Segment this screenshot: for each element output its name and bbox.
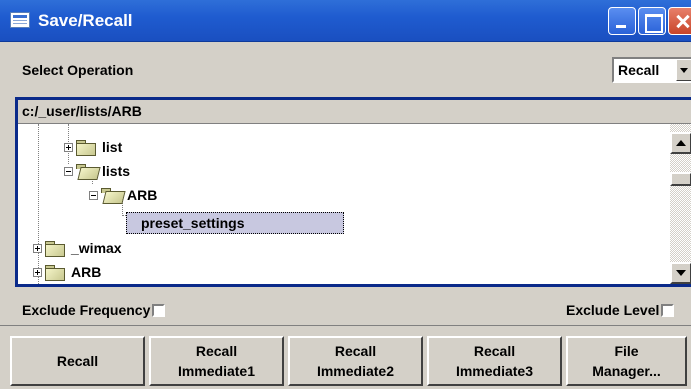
close-button[interactable] [668, 7, 691, 35]
tree-item-label: list [102, 139, 123, 155]
vertical-scrollbar[interactable] [670, 124, 691, 284]
operation-select[interactable]: Recall [612, 57, 691, 83]
tree-item-label: ARB [71, 264, 102, 280]
file-manager-button[interactable]: File Manager... [566, 336, 687, 386]
tree-connector [38, 124, 39, 284]
button-label-line2: Immediate3 [455, 363, 534, 379]
window-title: Save/Recall [38, 11, 133, 30]
exclude-frequency-checkbox[interactable] [152, 303, 166, 317]
tree-item-label: lists [102, 163, 131, 179]
exclude-level-checkbox[interactable] [661, 303, 675, 317]
folder-open-icon [76, 163, 96, 179]
folder-icon [45, 240, 65, 257]
button-label-line2: Immediate2 [316, 363, 395, 379]
button-label-line1: File [614, 343, 639, 359]
title-bar: Save/Recall [0, 0, 691, 42]
scroll-thumb[interactable] [670, 172, 691, 186]
button-label-line2: Immediate1 [177, 363, 256, 379]
scroll-down-button[interactable] [670, 262, 691, 284]
scroll-up-button[interactable] [670, 132, 691, 154]
recall-button[interactable]: Recall [10, 336, 145, 386]
button-label-line1: Recall [473, 343, 516, 359]
button-label-line1: Recall [195, 343, 238, 359]
tree-item-arb[interactable]: ARB [89, 184, 157, 206]
folder-open-icon [101, 187, 121, 203]
window-app-icon [10, 12, 30, 28]
expand-icon[interactable] [64, 142, 73, 152]
minimize-button[interactable] [608, 7, 636, 35]
expand-icon[interactable] [33, 267, 42, 277]
tree-item-arb-root[interactable]: ARB [33, 261, 101, 283]
folder-icon [45, 264, 65, 281]
select-operation-label: Select Operation [22, 62, 134, 78]
exclude-level-option[interactable]: Exclude Level [566, 302, 675, 318]
collapse-icon[interactable] [89, 190, 98, 200]
tree-item-wimax[interactable]: _wimax [33, 237, 122, 259]
file-browser: c:/_user/lists/ARB list lists ARB _wimax [15, 97, 691, 287]
recall-button-label: Recall [56, 353, 99, 369]
tree-item-label: _wimax [71, 240, 122, 256]
recall-immediate2-button[interactable]: Recall Immediate2 [288, 336, 423, 386]
expand-icon[interactable] [33, 243, 42, 253]
operation-select-value: Recall [618, 62, 660, 78]
chevron-down-icon[interactable] [676, 59, 691, 81]
current-path: c:/_user/lists/ARB [18, 100, 691, 124]
recall-immediate1-button[interactable]: Recall Immediate1 [149, 336, 284, 386]
tree-item-lists[interactable]: lists [64, 160, 130, 182]
tree-item-preset-settings[interactable]: preset_settings [126, 212, 344, 234]
directory-tree: list lists ARB _wimax ARB [18, 124, 670, 284]
collapse-icon[interactable] [64, 166, 73, 176]
maximize-button[interactable] [638, 7, 666, 35]
exclude-level-label: Exclude Level [566, 302, 660, 318]
tree-item-label: ARB [127, 187, 158, 203]
button-label-line2: Manager... [592, 363, 661, 379]
recall-immediate3-button[interactable]: Recall Immediate3 [427, 336, 562, 386]
folder-icon [76, 139, 96, 156]
button-bar: Recall Recall Immediate1 Recall Immediat… [0, 325, 691, 389]
exclude-frequency-label: Exclude Frequency [22, 302, 151, 318]
exclude-frequency-option[interactable]: Exclude Frequency [22, 302, 166, 318]
button-label-line1: Recall [334, 343, 377, 359]
tree-item-list[interactable]: list [64, 136, 122, 158]
